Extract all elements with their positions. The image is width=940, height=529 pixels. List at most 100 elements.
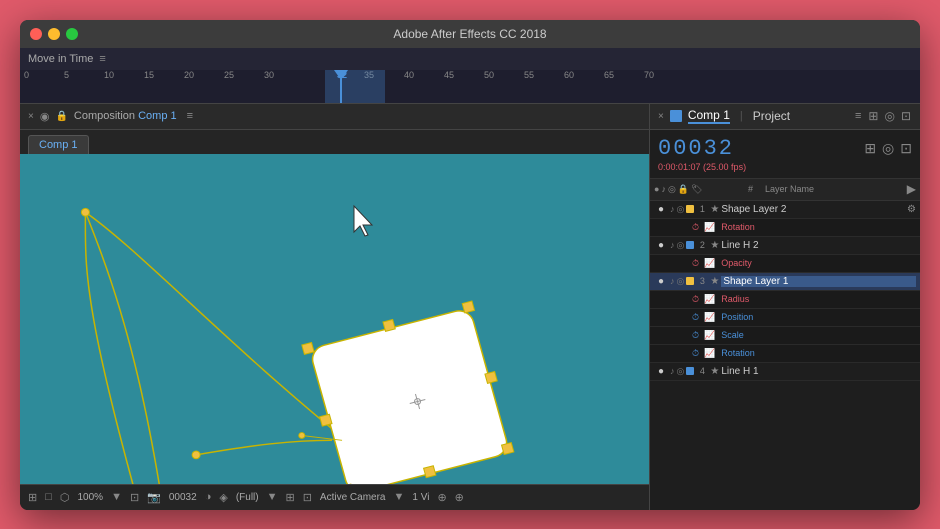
comp-color-swatch bbox=[670, 110, 682, 122]
layer-2-color bbox=[686, 241, 694, 249]
layer-1-solo[interactable]: ◎ bbox=[677, 204, 685, 215]
layer-3-radius-row[interactable]: ⏱ 📈 Radius bbox=[650, 291, 920, 309]
snapshot-icon[interactable]: ⊞ bbox=[867, 108, 879, 124]
radius-stopwatch[interactable]: ⏱ bbox=[692, 294, 699, 305]
cam-icon: 📷 bbox=[147, 491, 161, 504]
comp-panel-header: × ◉ 🔒 Composition Comp 1 ≡ bbox=[20, 104, 649, 130]
minimize-button[interactable] bbox=[48, 28, 60, 40]
move-in-time-label: Move in Time bbox=[28, 53, 93, 65]
ruler-mark-10: 10 bbox=[104, 70, 114, 80]
layer-4-num: 4 bbox=[696, 366, 708, 376]
comp1-tab[interactable]: Comp 1 bbox=[688, 108, 730, 124]
layer-1-num: 1 bbox=[696, 204, 708, 214]
layer-2-audio[interactable]: ♪ bbox=[670, 240, 675, 250]
zoom-dropdown-icon[interactable]: ▼ bbox=[111, 491, 122, 503]
right-panel-menu-icon: ≡ bbox=[855, 110, 861, 122]
tag-col-header: 🏷 bbox=[691, 184, 702, 195]
layer-row-3[interactable]: ● ♪ ◎ 3 ★ Shape Layer 1 bbox=[650, 273, 920, 291]
timeline-ruler[interactable]: 0 5 10 15 20 25 30 32 35 40 45 50 55 60 … bbox=[20, 70, 920, 103]
layer-3-audio[interactable]: ♪ bbox=[670, 276, 675, 286]
layer3-rotation-stopwatch[interactable]: ⏱ bbox=[692, 348, 699, 359]
playhead-arrow bbox=[334, 70, 348, 80]
layer-4-color bbox=[686, 367, 694, 375]
scale-stopwatch[interactable]: ⏱ bbox=[692, 330, 699, 341]
layer-2-num: 2 bbox=[696, 240, 708, 250]
camera-dropdown[interactable]: ▼ bbox=[394, 491, 405, 503]
layer3-rotation-graph-icon: 📈 bbox=[704, 348, 715, 359]
color-wheel-icon: ◈ bbox=[219, 491, 227, 504]
quality-label[interactable]: (Full) bbox=[236, 492, 259, 503]
ruler-mark-60: 60 bbox=[564, 70, 574, 80]
views-label[interactable]: 1 Vi bbox=[412, 492, 429, 503]
comp-panel-menu-icon: ≡ bbox=[187, 110, 193, 122]
ruler-mark-55: 55 bbox=[524, 70, 534, 80]
menu-icon: ≡ bbox=[99, 53, 105, 65]
layer-3-scale-label: Scale bbox=[717, 330, 744, 340]
ruler-mark-30: 30 bbox=[264, 70, 274, 80]
layer-3-solo[interactable]: ◎ bbox=[677, 276, 685, 287]
layer-4-star: ★ bbox=[710, 366, 719, 377]
layer-3-rotation-row[interactable]: ⏱ 📈 Rotation bbox=[650, 345, 920, 363]
layer-3-position-label: Position bbox=[717, 312, 753, 322]
camera-label[interactable]: Active Camera bbox=[320, 492, 386, 503]
audio-col-header: ♪ bbox=[661, 184, 666, 195]
cursor bbox=[350, 204, 380, 242]
layer-4-audio[interactable]: ♪ bbox=[670, 366, 675, 376]
scale-graph-icon: 📈 bbox=[704, 330, 715, 341]
playhead[interactable] bbox=[340, 70, 342, 103]
settings-btn[interactable]: ⊡ bbox=[900, 140, 912, 157]
calendar-icon[interactable]: ⊡ bbox=[900, 108, 912, 124]
comp-tab[interactable]: Comp 1 bbox=[28, 135, 89, 154]
close-button[interactable] bbox=[30, 28, 42, 40]
layer-3-star: ★ bbox=[710, 276, 719, 287]
camera-btn[interactable]: ◎ bbox=[882, 140, 894, 157]
layer-2-opacity-row[interactable]: ⏱ 📈 Opacity bbox=[650, 255, 920, 273]
timecode-full: 0:00:01:07 (25.00 fps) bbox=[658, 162, 746, 172]
layer-row-4[interactable]: ● ♪ ◎ 4 ★ Line H 1 bbox=[650, 363, 920, 381]
opacity-stopwatch[interactable]: ⏱ bbox=[692, 258, 699, 269]
layer-3-scale-row[interactable]: ⏱ 📈 Scale bbox=[650, 327, 920, 345]
layer-row-1[interactable]: ● ♪ ◎ 1 ★ Shape Layer 2 ⚙ bbox=[650, 201, 920, 219]
view-icon: □ bbox=[45, 491, 52, 503]
position-stopwatch[interactable]: ⏱ bbox=[692, 312, 699, 323]
ruler-mark-0: 0 bbox=[24, 70, 29, 80]
maximize-button[interactable] bbox=[66, 28, 78, 40]
main-window: Adobe After Effects CC 2018 Move in Time… bbox=[20, 20, 920, 510]
layer-3-eye[interactable]: ● bbox=[654, 274, 668, 288]
comp-viewport[interactable] bbox=[20, 154, 649, 484]
right-panel-close[interactable]: × bbox=[658, 111, 664, 122]
quality-dropdown[interactable]: ▼ bbox=[267, 491, 278, 503]
layer-2-eye[interactable]: ● bbox=[654, 238, 668, 252]
layer-2-solo[interactable]: ◎ bbox=[677, 240, 685, 251]
layer-3-position-row[interactable]: ⏱ 📈 Position bbox=[650, 309, 920, 327]
layer-3-radius-label: Radius bbox=[717, 294, 749, 304]
layer-1-audio[interactable]: ♪ bbox=[670, 204, 675, 214]
snapshot-btn[interactable]: ⊞ bbox=[864, 140, 876, 157]
rotation-stopwatch[interactable]: ⏱ bbox=[692, 222, 699, 233]
ruler-mark-45: 45 bbox=[444, 70, 454, 80]
frame-number[interactable]: 00032 bbox=[169, 492, 197, 503]
ruler-mark-40: 40 bbox=[404, 70, 414, 80]
layer-1-name: Shape Layer 2 bbox=[721, 204, 905, 215]
ruler-mark-65: 65 bbox=[604, 70, 614, 80]
layer-4-eye[interactable]: ● bbox=[654, 364, 668, 378]
show-snapshot-icon[interactable]: ◎ bbox=[883, 108, 895, 124]
lock-icon: 🔒 bbox=[55, 111, 67, 122]
layer-3-rotation-label: Rotation bbox=[717, 348, 755, 358]
layer-hide-icon: ▶ bbox=[907, 182, 916, 196]
timecode-big[interactable]: 00032 bbox=[658, 136, 746, 161]
hash-col-header: # bbox=[748, 184, 753, 194]
layer-4-solo[interactable]: ◎ bbox=[677, 366, 685, 377]
layer-1-eye[interactable]: ● bbox=[654, 202, 668, 216]
layer-1-rotation-row[interactable]: ⏱ 📈 Rotation bbox=[650, 219, 920, 237]
timecode-display: 00032 0:00:01:07 (25.00 fps) ⊞ ◎ ⊡ bbox=[650, 130, 920, 179]
comp-panel-close[interactable]: × bbox=[28, 111, 34, 122]
layer-row-2[interactable]: ● ♪ ◎ 2 ★ Line H 2 bbox=[650, 237, 920, 255]
zoom-level[interactable]: 100% bbox=[77, 492, 103, 503]
right-panel-icon-group: ⊞ ◎ ⊡ bbox=[867, 108, 912, 124]
layer-2-star: ★ bbox=[710, 240, 719, 251]
camera-icon2: ◑ bbox=[205, 491, 212, 503]
timeline-header: Move in Time ≡ bbox=[20, 48, 920, 70]
project-tab[interactable]: Project bbox=[753, 109, 790, 123]
window-controls bbox=[30, 28, 78, 40]
